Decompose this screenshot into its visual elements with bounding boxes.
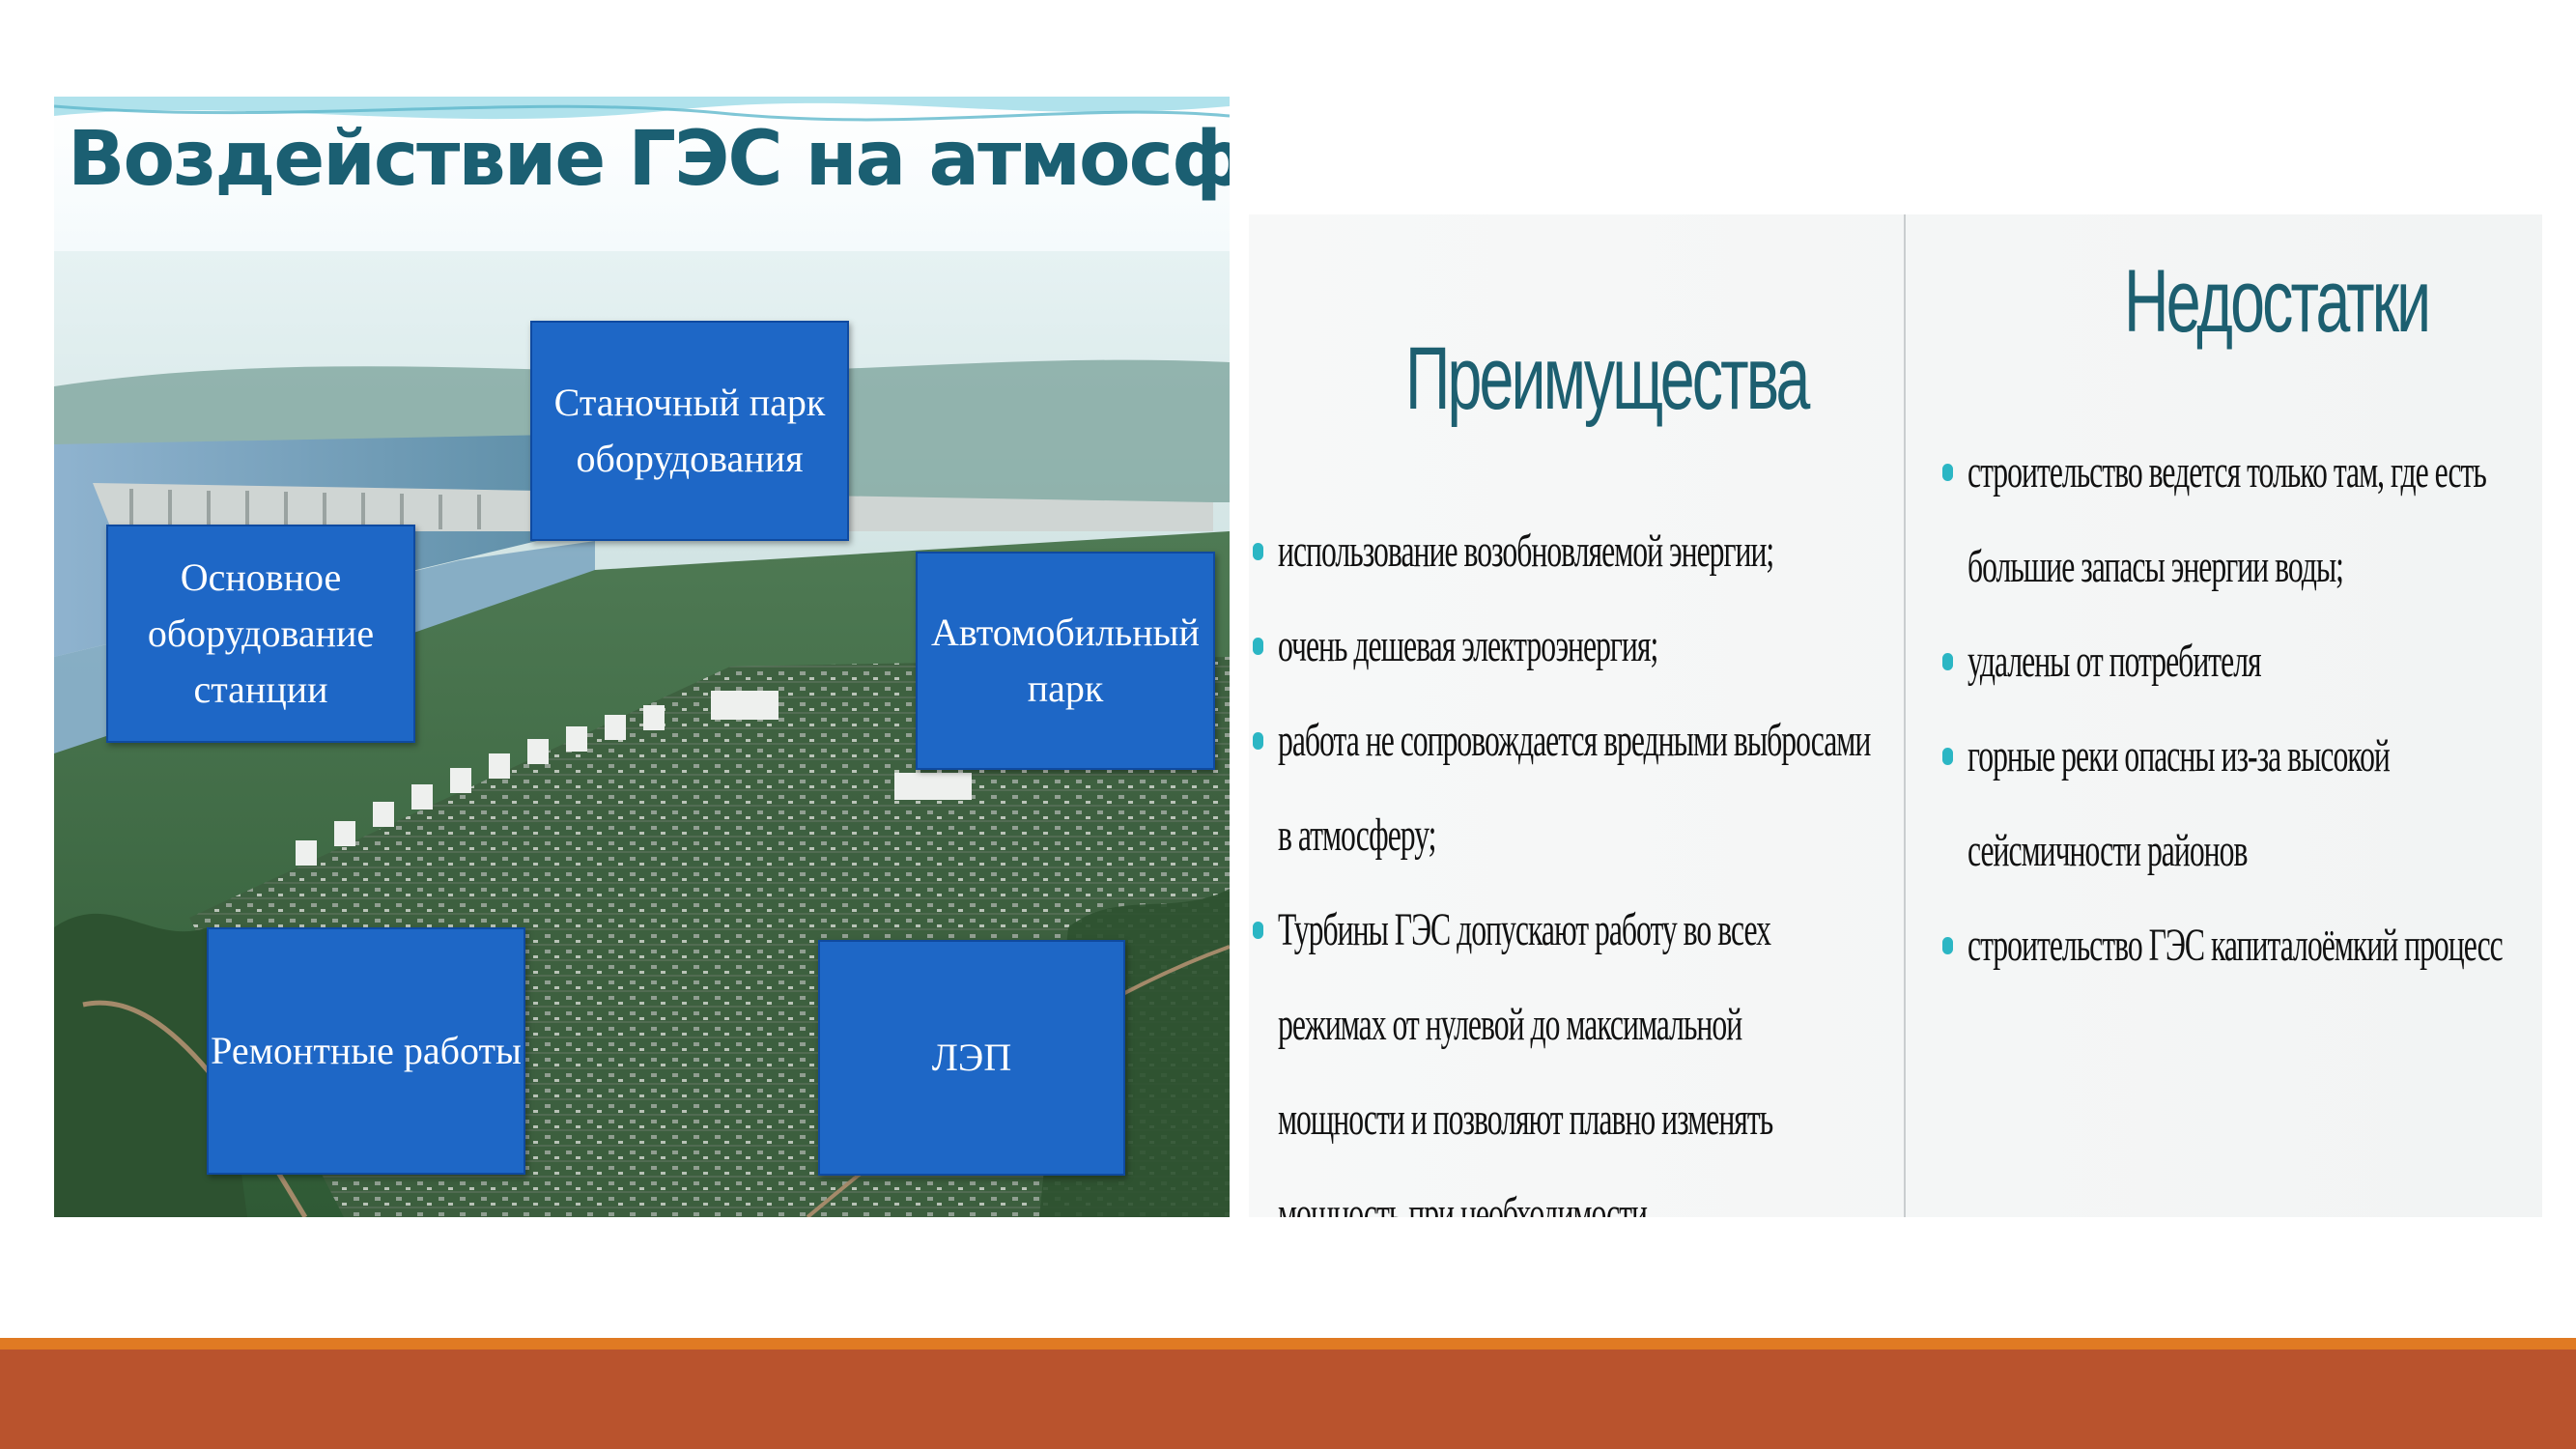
right-slide-image: Преимущества использование возобновляемо…	[1249, 214, 2542, 1217]
box-label: Ремонтные работы	[211, 1029, 522, 1072]
slide-title: Воздействие ГЭС на атмосферу	[68, 116, 1230, 203]
box-label: ЛЭП	[931, 1036, 1012, 1079]
list-item: строительство ГЭС капиталоёмкий процесс	[1942, 898, 2522, 993]
box-main-equipment: Основное оборудование станции	[106, 525, 415, 743]
list-item: работа не сопровождается вредными выброс…	[1253, 694, 1871, 883]
box-label: Автомобильный парк	[931, 611, 1200, 710]
bullet-icon	[1942, 937, 1953, 954]
bullet-icon	[1253, 638, 1263, 655]
list-item: горные реки опасны из-за высокой сейсмич…	[1942, 709, 2522, 898]
list-item: Турбины ГЭС допускают работу во всех реж…	[1253, 883, 1871, 1217]
disadvantages-list: строительство ведется только там, где ес…	[1942, 425, 2522, 993]
column-divider	[1904, 214, 1906, 1217]
box-power-lines: ЛЭП	[818, 940, 1125, 1176]
bullet-icon	[1253, 543, 1263, 560]
advantages-list: использование возобновляемой энергии; оч…	[1253, 504, 1871, 1217]
list-item: использование возобновляемой энергии;	[1253, 504, 1871, 599]
title-band: Воздействие ГЭС на атмосферу	[54, 97, 1230, 251]
left-slide-image: Воздействие ГЭС на атмосферу	[54, 97, 1230, 1217]
bullet-icon	[1942, 464, 1953, 481]
box-repair: Ремонтные работы	[207, 927, 525, 1175]
list-item: очень дешевая электроэнергия;	[1253, 599, 1871, 694]
bullet-icon	[1942, 748, 1953, 765]
footer-accent-line	[0, 1338, 2576, 1350]
box-label: Станочный парк оборудования	[553, 381, 826, 480]
bullet-icon	[1942, 653, 1953, 670]
box-auto-park: Автомобильный парк	[916, 552, 1215, 770]
advantages-heading: Преимущества	[1405, 329, 1810, 428]
box-label: Основное оборудование станции	[147, 555, 375, 711]
bullet-icon	[1253, 732, 1263, 750]
box-machine-park: Станочный парк оборудования	[530, 321, 849, 541]
footer-bar	[0, 1350, 2576, 1449]
list-item: строительство ведется только там, где ес…	[1942, 425, 2522, 614]
disadvantages-heading: Недостатки	[2124, 252, 2431, 351]
bullet-icon	[1253, 922, 1263, 939]
list-item: удалены от потребителя	[1942, 614, 2522, 709]
